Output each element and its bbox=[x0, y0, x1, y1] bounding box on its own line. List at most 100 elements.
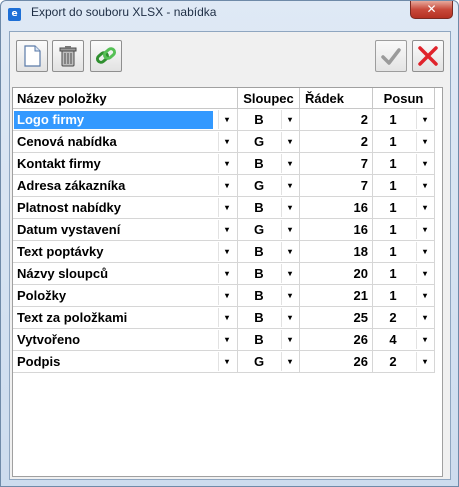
table-row[interactable]: Text za položkami ▾ B ▾ 25 2 ▾ bbox=[13, 307, 435, 329]
link-button[interactable] bbox=[90, 40, 122, 72]
chevron-down-icon[interactable]: ▾ bbox=[416, 352, 433, 371]
chevron-down-icon[interactable]: ▾ bbox=[281, 330, 298, 349]
column-cell[interactable]: G ▾ bbox=[238, 175, 300, 197]
shift-cell[interactable]: 1 ▾ bbox=[373, 153, 435, 175]
header-column[interactable]: Sloupec bbox=[238, 88, 300, 109]
chevron-down-icon[interactable]: ▾ bbox=[281, 352, 298, 371]
chevron-down-icon[interactable]: ▾ bbox=[416, 242, 433, 261]
chevron-down-icon[interactable]: ▾ bbox=[416, 330, 433, 349]
row-cell[interactable]: 26 bbox=[300, 351, 373, 373]
item-name-cell[interactable]: Názvy sloupců ▾ bbox=[13, 263, 238, 285]
header-row[interactable]: Řádek bbox=[300, 88, 373, 109]
chevron-down-icon[interactable]: ▾ bbox=[218, 308, 235, 327]
table-row[interactable]: Logo firmy ▾ B ▾ 2 1 ▾ bbox=[13, 109, 435, 131]
chevron-down-icon[interactable]: ▾ bbox=[281, 242, 298, 261]
shift-cell[interactable]: 1 ▾ bbox=[373, 219, 435, 241]
row-cell[interactable]: 25 bbox=[300, 307, 373, 329]
header-name[interactable]: Název položky bbox=[13, 88, 238, 109]
shift-cell[interactable]: 2 ▾ bbox=[373, 351, 435, 373]
column-cell[interactable]: B ▾ bbox=[238, 241, 300, 263]
column-cell[interactable]: B ▾ bbox=[238, 109, 300, 131]
row-cell[interactable]: 2 bbox=[300, 131, 373, 153]
chevron-down-icon[interactable]: ▾ bbox=[218, 286, 235, 305]
chevron-down-icon[interactable]: ▾ bbox=[416, 286, 433, 305]
chevron-down-icon[interactable]: ▾ bbox=[416, 220, 433, 239]
row-cell[interactable]: 20 bbox=[300, 263, 373, 285]
chevron-down-icon[interactable]: ▾ bbox=[218, 110, 235, 129]
row-cell[interactable]: 2 bbox=[300, 109, 373, 131]
shift-cell[interactable]: 1 ▾ bbox=[373, 109, 435, 131]
item-name-cell[interactable]: Platnost nabídky ▾ bbox=[13, 197, 238, 219]
shift-cell[interactable]: 1 ▾ bbox=[373, 131, 435, 153]
table-row[interactable]: Text poptávky ▾ B ▾ 18 1 ▾ bbox=[13, 241, 435, 263]
chevron-down-icon[interactable]: ▾ bbox=[281, 308, 298, 327]
chevron-down-icon[interactable]: ▾ bbox=[416, 154, 433, 173]
table-row[interactable]: Datum vystavení ▾ G ▾ 16 1 ▾ bbox=[13, 219, 435, 241]
chevron-down-icon[interactable]: ▾ bbox=[281, 132, 298, 151]
table-row[interactable]: Podpis ▾ G ▾ 26 2 ▾ bbox=[13, 351, 435, 373]
table-row[interactable]: Názvy sloupců ▾ B ▾ 20 1 ▾ bbox=[13, 263, 435, 285]
chevron-down-icon[interactable]: ▾ bbox=[281, 220, 298, 239]
item-name-cell[interactable]: Kontakt firmy ▾ bbox=[13, 153, 238, 175]
shift-cell[interactable]: 1 ▾ bbox=[373, 241, 435, 263]
column-cell[interactable]: B ▾ bbox=[238, 263, 300, 285]
row-cell[interactable]: 7 bbox=[300, 175, 373, 197]
shift-cell[interactable]: 1 ▾ bbox=[373, 175, 435, 197]
title-bar[interactable]: e Export do souboru XLSX - nabídka ✕ bbox=[1, 1, 458, 27]
chevron-down-icon[interactable]: ▾ bbox=[218, 220, 235, 239]
chevron-down-icon[interactable]: ▾ bbox=[281, 154, 298, 173]
window-close-button[interactable]: ✕ bbox=[410, 1, 453, 19]
chevron-down-icon[interactable]: ▾ bbox=[281, 110, 298, 129]
table-row[interactable]: Adresa zákazníka ▾ G ▾ 7 1 ▾ bbox=[13, 175, 435, 197]
shift-cell[interactable]: 2 ▾ bbox=[373, 307, 435, 329]
chevron-down-icon[interactable]: ▾ bbox=[281, 198, 298, 217]
chevron-down-icon[interactable]: ▾ bbox=[218, 132, 235, 151]
chevron-down-icon[interactable]: ▾ bbox=[281, 176, 298, 195]
shift-cell[interactable]: 4 ▾ bbox=[373, 329, 435, 351]
row-cell[interactable]: 16 bbox=[300, 219, 373, 241]
row-cell[interactable]: 21 bbox=[300, 285, 373, 307]
row-cell[interactable]: 7 bbox=[300, 153, 373, 175]
shift-cell[interactable]: 1 ▾ bbox=[373, 197, 435, 219]
item-name-cell[interactable]: Adresa zákazníka ▾ bbox=[13, 175, 238, 197]
column-cell[interactable]: B ▾ bbox=[238, 329, 300, 351]
column-cell[interactable]: G ▾ bbox=[238, 131, 300, 153]
chevron-down-icon[interactable]: ▾ bbox=[281, 264, 298, 283]
column-cell[interactable]: B ▾ bbox=[238, 285, 300, 307]
chevron-down-icon[interactable]: ▾ bbox=[218, 264, 235, 283]
column-cell[interactable]: B ▾ bbox=[238, 197, 300, 219]
item-name-cell[interactable]: Cenová nabídka ▾ bbox=[13, 131, 238, 153]
item-name-cell[interactable]: Položky ▾ bbox=[13, 285, 238, 307]
chevron-down-icon[interactable]: ▾ bbox=[218, 154, 235, 173]
shift-cell[interactable]: 1 ▾ bbox=[373, 285, 435, 307]
row-cell[interactable]: 26 bbox=[300, 329, 373, 351]
table-row[interactable]: Vytvořeno ▾ B ▾ 26 4 ▾ bbox=[13, 329, 435, 351]
header-shift[interactable]: Posun bbox=[373, 88, 435, 109]
chevron-down-icon[interactable]: ▾ bbox=[416, 198, 433, 217]
confirm-button[interactable] bbox=[375, 40, 407, 72]
item-name-cell[interactable]: Vytvořeno ▾ bbox=[13, 329, 238, 351]
item-name-cell[interactable]: Datum vystavení ▾ bbox=[13, 219, 238, 241]
chevron-down-icon[interactable]: ▾ bbox=[416, 110, 433, 129]
table-row[interactable]: Platnost nabídky ▾ B ▾ 16 1 ▾ bbox=[13, 197, 435, 219]
column-cell[interactable]: B ▾ bbox=[238, 307, 300, 329]
item-name-cell[interactable]: Text poptávky ▾ bbox=[13, 241, 238, 263]
row-cell[interactable]: 18 bbox=[300, 241, 373, 263]
cancel-button[interactable] bbox=[412, 40, 444, 72]
row-cell[interactable]: 16 bbox=[300, 197, 373, 219]
chevron-down-icon[interactable]: ▾ bbox=[416, 176, 433, 195]
chevron-down-icon[interactable]: ▾ bbox=[416, 308, 433, 327]
delete-item-button[interactable] bbox=[52, 40, 84, 72]
table-row[interactable]: Cenová nabídka ▾ G ▾ 2 1 ▾ bbox=[13, 131, 435, 153]
table-row[interactable]: Položky ▾ B ▾ 21 1 ▾ bbox=[13, 285, 435, 307]
chevron-down-icon[interactable]: ▾ bbox=[218, 198, 235, 217]
item-name-cell[interactable]: Logo firmy ▾ bbox=[13, 109, 238, 131]
new-item-button[interactable] bbox=[16, 40, 48, 72]
item-name-cell[interactable]: Text za položkami ▾ bbox=[13, 307, 238, 329]
column-cell[interactable]: G ▾ bbox=[238, 351, 300, 373]
chevron-down-icon[interactable]: ▾ bbox=[218, 176, 235, 195]
chevron-down-icon[interactable]: ▾ bbox=[218, 242, 235, 261]
chevron-down-icon[interactable]: ▾ bbox=[416, 132, 433, 151]
chevron-down-icon[interactable]: ▾ bbox=[281, 286, 298, 305]
chevron-down-icon[interactable]: ▾ bbox=[416, 264, 433, 283]
